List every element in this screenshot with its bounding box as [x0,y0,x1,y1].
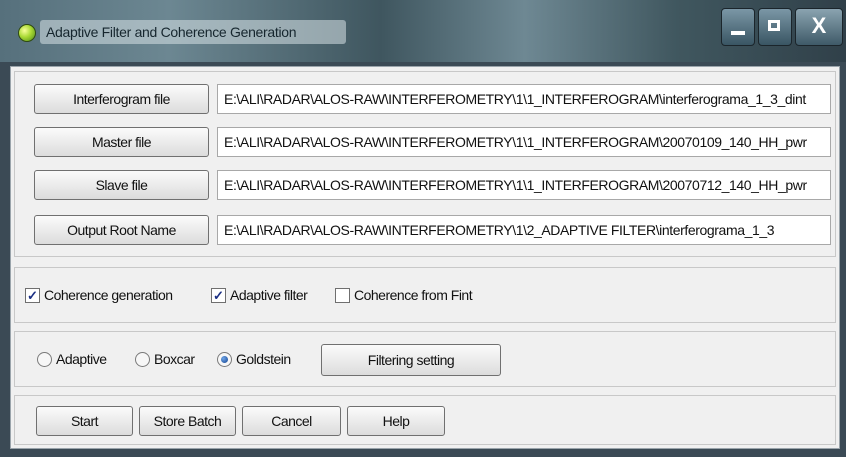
output-root-name-button[interactable]: Output Root Name [34,215,209,245]
interferogram-file-field[interactable]: E:\ALI\RADAR\ALOS-RAW\INTERFEROMETRY\1\1… [217,84,831,114]
coherence-generation-label: Coherence generation [44,287,173,303]
action-buttons-group: Start Store Batch Cancel Help [14,395,836,445]
master-file-button[interactable]: Master file [34,127,209,157]
master-file-field[interactable]: E:\ALI\RADAR\ALOS-RAW\INTERFEROMETRY\1\1… [217,127,831,157]
help-button[interactable]: Help [347,406,445,436]
goldstein-radio[interactable] [217,352,232,367]
maximize-button[interactable] [758,8,792,46]
title-bar[interactable]: Adaptive Filter and Coherence Generation… [0,0,846,62]
start-button[interactable]: Start [36,406,133,436]
output-root-name-field[interactable]: E:\ALI\RADAR\ALOS-RAW\INTERFEROMETRY\1\2… [217,215,831,245]
close-button[interactable]: X [795,8,843,46]
dialog-client-area: Interferogram file E:\ALI\RADAR\ALOS-RAW… [10,66,840,449]
cancel-button[interactable]: Cancel [242,406,341,436]
boxcar-radio[interactable] [135,352,150,367]
coherence-from-fint-checkbox[interactable] [335,288,350,303]
close-icon: X [811,13,827,38]
coherence-generation-checkbox[interactable]: ✓ [25,288,40,303]
minimize-button[interactable] [721,8,755,46]
boxcar-radio-label: Boxcar [154,351,195,367]
minimize-icon [731,31,745,35]
radio-selected-dot [221,356,228,363]
adaptive-radio[interactable] [37,352,52,367]
adaptive-filter-checkbox[interactable]: ✓ [211,288,226,303]
maximize-icon [768,20,780,31]
file-selection-group: Interferogram file E:\ALI\RADAR\ALOS-RAW… [14,71,836,257]
store-batch-button[interactable]: Store Batch [139,406,236,436]
adaptive-radio-label: Adaptive [56,351,107,367]
app-icon [18,24,36,42]
adaptive-filter-label: Adaptive filter [230,287,308,303]
interferogram-file-button[interactable]: Interferogram file [34,84,209,114]
filter-type-group: Adaptive Boxcar Goldstein Filtering sett… [14,331,836,387]
slave-file-field[interactable]: E:\ALI\RADAR\ALOS-RAW\INTERFEROMETRY\1\1… [217,170,831,200]
app-window: Adaptive Filter and Coherence Generation… [0,0,846,457]
window-title: Adaptive Filter and Coherence Generation [40,20,346,44]
slave-file-button[interactable]: Slave file [34,170,209,200]
filtering-setting-button[interactable]: Filtering setting [321,344,501,376]
goldstein-radio-label: Goldstein [236,351,291,367]
generation-options-group: ✓ Coherence generation ✓ Adaptive filter… [14,267,836,323]
coherence-from-fint-label: Coherence from Fint [354,287,473,303]
